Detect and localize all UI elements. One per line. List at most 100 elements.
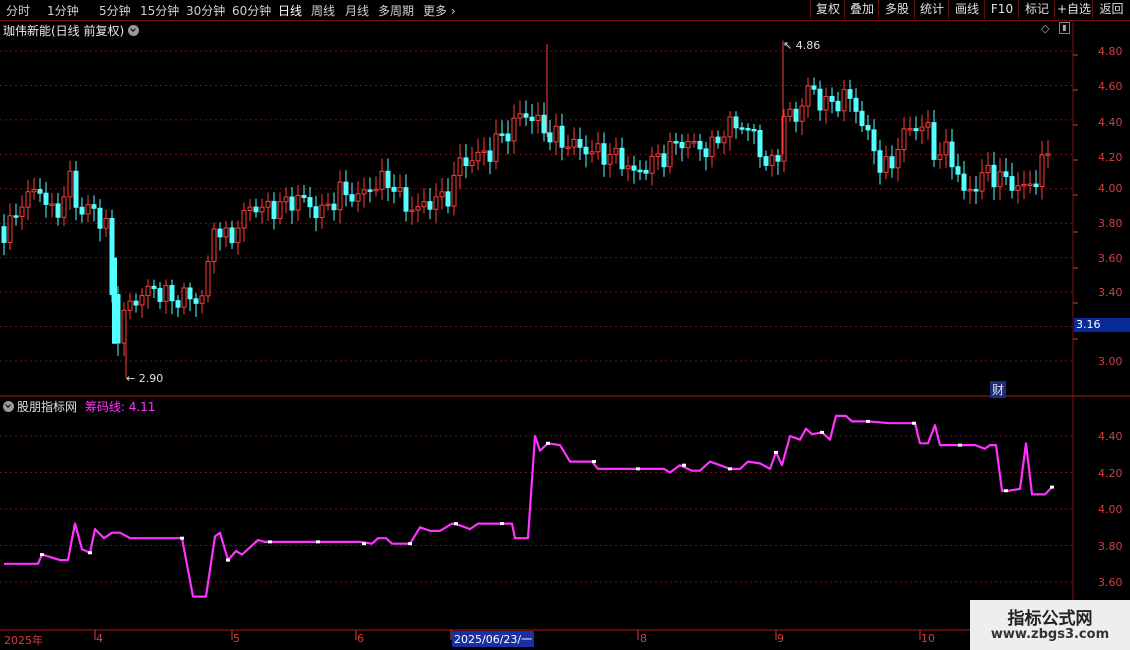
candle-body	[535, 114, 541, 122]
candle-body	[211, 228, 217, 262]
arrow-left-icon: ↖	[783, 39, 796, 52]
candle-body	[787, 108, 793, 117]
candle-body	[31, 189, 37, 193]
candle-body	[67, 170, 73, 198]
candle-body	[649, 155, 655, 174]
candle-body	[163, 285, 169, 302]
candle-body	[901, 128, 907, 151]
current-price-tag: 3.16	[1074, 318, 1130, 332]
indicator-name: 股朋指标网	[17, 400, 78, 414]
candle-body	[883, 156, 889, 173]
candle-body	[7, 215, 13, 243]
candle-body	[247, 206, 253, 212]
candle-body	[409, 209, 415, 213]
indicator-title[interactable]: 股朋指标网 筹码线: 4.11	[3, 398, 155, 415]
date-label: 2025年	[4, 634, 43, 647]
candle-body	[457, 157, 463, 176]
candle-body	[895, 149, 901, 169]
candle-body	[145, 285, 151, 297]
candle-body	[25, 191, 31, 208]
candle-body	[229, 227, 235, 244]
candle-body	[127, 300, 133, 311]
candle-body	[973, 188, 979, 192]
candle-body	[187, 287, 193, 300]
watermark-title: 指标公式网	[1007, 609, 1093, 629]
arrow-left-icon: ←	[126, 372, 139, 385]
candle-body	[1, 226, 7, 243]
candle-body	[91, 204, 97, 209]
candle-body	[511, 117, 517, 142]
candle-body	[421, 201, 427, 208]
chip-line-marker	[820, 430, 824, 434]
candle-body	[943, 141, 949, 156]
chevron-down-icon[interactable]	[3, 401, 14, 412]
candle-body	[253, 206, 259, 213]
candle-body	[1045, 153, 1051, 156]
candle-body	[631, 165, 637, 171]
candle-body	[541, 114, 547, 134]
y-axis-label: 4.20	[1098, 151, 1123, 164]
candle-body	[931, 122, 937, 160]
candle-body	[427, 201, 433, 210]
y-axis-label: 3.80	[1098, 217, 1123, 230]
candle-body	[97, 207, 103, 229]
candle-body	[217, 228, 223, 238]
candle-body	[625, 165, 631, 170]
date-label: 9	[777, 632, 784, 645]
y-axis-label: 4.40	[1098, 116, 1123, 129]
candle-body	[889, 156, 895, 169]
candle-body	[739, 127, 745, 130]
candle-body	[43, 192, 49, 205]
candle-body	[277, 201, 283, 220]
candle-body	[1039, 154, 1045, 188]
date-label: 4	[96, 632, 103, 645]
high-marker-value: 4.86	[795, 39, 821, 52]
chip-line-marker	[866, 419, 870, 423]
candle-body	[727, 116, 733, 138]
candle-body	[367, 189, 373, 192]
candle-body	[475, 151, 481, 162]
candle-body	[397, 187, 403, 192]
candle-body	[733, 116, 739, 129]
candle-body	[121, 309, 127, 344]
candle-body	[439, 191, 445, 198]
candle-body	[577, 139, 583, 148]
candle-body	[343, 181, 349, 196]
candle-body	[1015, 185, 1021, 191]
candle-body	[451, 174, 457, 207]
candle-body	[679, 142, 685, 149]
candle-body	[955, 166, 961, 175]
candlesticks	[1, 40, 1051, 379]
candle-body	[517, 113, 523, 119]
finance-badge[interactable]: 财	[990, 381, 1007, 398]
candle-body	[193, 298, 199, 304]
kline-chart[interactable]	[0, 0, 1130, 650]
candle-body	[571, 139, 577, 148]
candle-body	[313, 206, 319, 219]
indicator-value: 筹码线: 4.11	[84, 400, 156, 414]
candle-body	[583, 146, 589, 155]
candle-body	[817, 88, 823, 111]
candle-body	[805, 85, 811, 107]
chip-line-marker	[546, 441, 550, 445]
chip-line-marker	[592, 460, 596, 464]
candle-body	[859, 110, 865, 127]
candle-body	[1003, 171, 1009, 178]
chip-line-marker	[912, 421, 916, 425]
chip-line-marker	[408, 542, 412, 546]
y-axis-label: 4.60	[1098, 80, 1123, 93]
y-axis-label: 3.80	[1098, 540, 1123, 553]
candle-body	[385, 170, 391, 188]
chip-line-marker	[362, 542, 366, 546]
watermark-url: www.zbgs3.com	[990, 627, 1110, 642]
candle-body	[637, 169, 643, 173]
chip-line-marker	[1050, 485, 1054, 489]
candle-body	[979, 172, 985, 192]
candle-body	[241, 210, 247, 229]
candle-body	[823, 95, 829, 111]
candle-body	[547, 132, 553, 143]
candle-body	[919, 126, 925, 132]
candle-body	[793, 108, 799, 122]
candle-body	[325, 203, 331, 207]
candle-body	[133, 300, 139, 306]
